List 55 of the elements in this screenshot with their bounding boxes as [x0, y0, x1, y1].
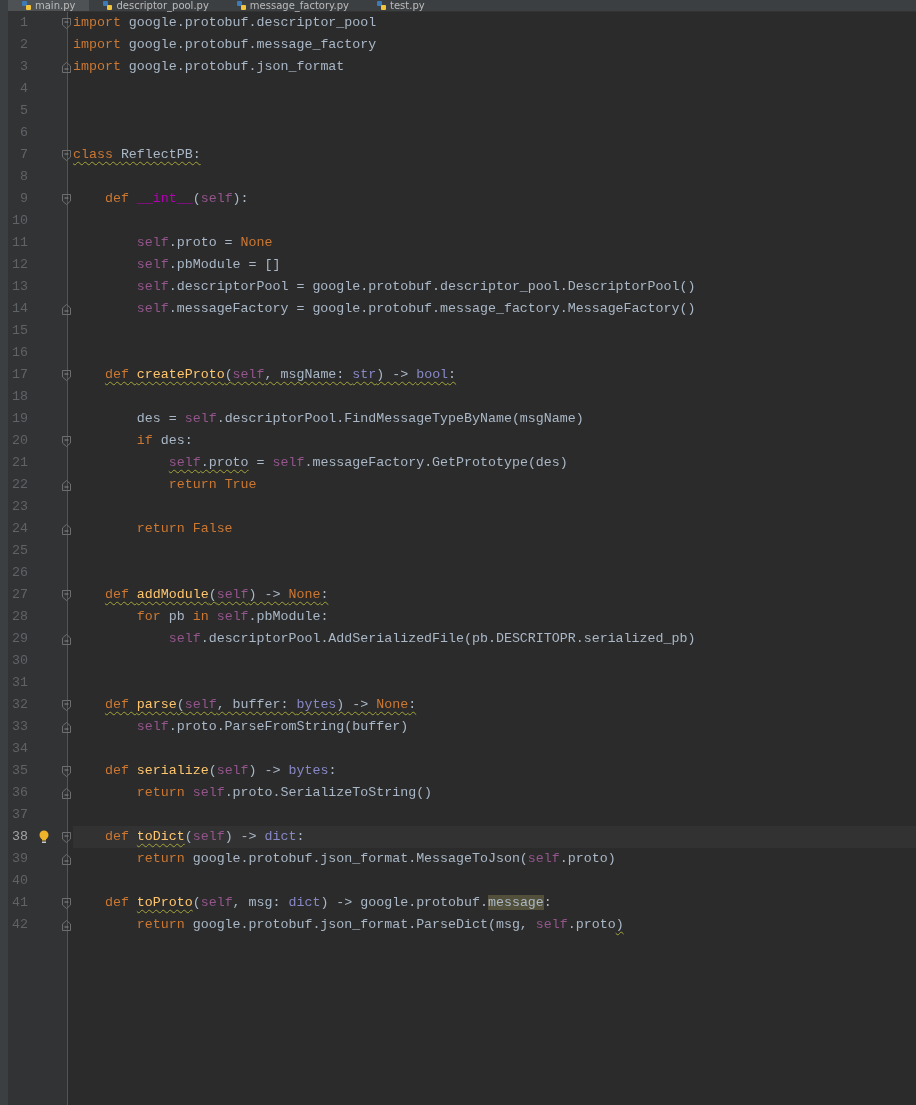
file-tab[interactable]: test.py	[363, 0, 439, 11]
python-file-icon	[236, 1, 246, 10]
code-line: def addModule(self) -> None:	[103, 586, 329, 604]
code-line: des = self.descriptorPool.FindMessageTypeByName(msgName)	[135, 410, 584, 428]
fold-marker-icon[interactable]	[62, 61, 71, 73]
file-tab[interactable]: main.py	[8, 0, 90, 11]
fold-marker-icon[interactable]	[62, 17, 71, 29]
code-line: return self.proto.SerializeToString()	[135, 784, 433, 802]
fold-marker-icon[interactable]	[62, 479, 71, 491]
code-line: for pb in self.pbModule:	[135, 608, 329, 626]
fold-marker-icon[interactable]	[62, 149, 71, 161]
fold-marker-icon[interactable]	[62, 633, 71, 645]
fold-marker-icon[interactable]	[62, 919, 71, 931]
file-tab[interactable]: message_factory.py	[222, 0, 364, 11]
code-line: def toDict(self) -> dict:	[103, 828, 305, 846]
code-line: self.proto.ParseFromString(buffer)	[135, 718, 409, 736]
fold-marker-icon[interactable]	[62, 721, 71, 733]
code-line: def toProto(self, msg: dict) -> google.protobuf.message:	[103, 894, 552, 912]
code-line: return True	[167, 476, 257, 494]
lightbulb-icon[interactable]	[39, 830, 49, 844]
fold-marker-icon[interactable]	[62, 787, 71, 799]
fold-marker-icon[interactable]	[62, 853, 71, 865]
python-file-icon	[377, 1, 387, 10]
code-line: import google.protobuf.descriptor_pool	[73, 14, 377, 32]
code-line: self.descriptorPool = google.protobuf.descriptor_pool.DescriptorPool()	[135, 278, 696, 296]
code-line: def __int__(self):	[103, 190, 249, 208]
fold-marker-icon[interactable]	[62, 193, 71, 205]
fold-marker-icon[interactable]	[62, 303, 71, 315]
code-line: self.messageFactory = google.protobuf.message_factory.MessageFactory()	[135, 300, 696, 318]
code-line: return False	[135, 520, 233, 538]
code-line: return google.protobuf.json_format.MessageToJson(self.proto)	[135, 850, 616, 868]
code-line: if des:	[135, 432, 193, 450]
code-line: import google.protobuf.json_format	[73, 58, 345, 76]
line-number: 38	[11, 828, 28, 846]
code-line: self.descriptorPool.AddSerializedFile(pb.DESCRITOPR.serialized_pb)	[167, 630, 696, 648]
fold-marker-icon[interactable]	[62, 369, 71, 381]
code-line: def parse(self, buffer: bytes) -> None:	[103, 696, 417, 714]
fold-marker-icon[interactable]	[62, 589, 71, 601]
fold-marker-icon[interactable]	[62, 765, 71, 777]
python-file-icon	[22, 1, 31, 10]
code-line: def serialize(self) -> bytes:	[103, 762, 337, 780]
code-line: class ReflectPB:	[73, 146, 201, 164]
code-line: def createProto(self, msgName: str) -> bool:	[103, 366, 457, 384]
code-line: import google.protobuf.message_factory	[73, 36, 377, 54]
fold-marker-icon[interactable]	[62, 699, 71, 711]
fold-marker-icon[interactable]	[62, 897, 71, 909]
fold-marker-icon[interactable]	[62, 523, 71, 535]
file-tab[interactable]: descriptor_pool.py	[89, 0, 223, 11]
fold-marker-icon[interactable]	[62, 435, 71, 447]
code-line: self.proto = None	[135, 234, 273, 252]
code-line: return google.protobuf.json_format.ParseDict(msg, self.proto)	[135, 916, 624, 934]
python-file-icon	[103, 1, 113, 10]
code-line: self.pbModule = []	[135, 256, 281, 274]
fold-marker-icon[interactable]	[62, 831, 71, 843]
code-line: self.proto = self.messageFactory.GetPrototype(des)	[167, 454, 568, 472]
